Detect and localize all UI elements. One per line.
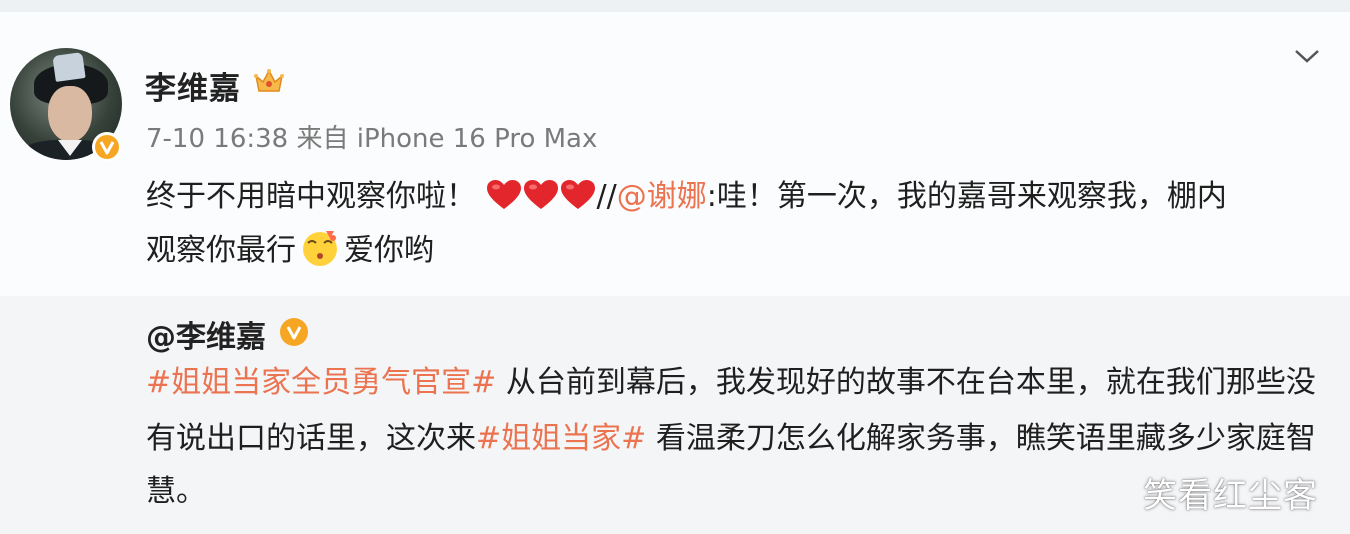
post-meta: 7-10 16:38 来自 iPhone 16 Pro Max [146, 118, 597, 155]
repost-text: :哇！第一次，我的嘉哥来观察我，棚内 [706, 179, 1227, 214]
post-text-tail: 爱你哟 [344, 233, 434, 268]
verified-badge-icon [280, 318, 308, 346]
weibo-post-card: 李维嘉 7-10 16:38 来自 iPhone 16 Pro Max 终于不用… [0, 0, 1350, 534]
mention-link[interactable]: @谢娜 [617, 179, 707, 214]
quoted-text: 看温柔刀怎么化解家务事，瞧笑语里藏多少家庭智 [646, 421, 1316, 456]
watermark: 笑看红尘客 [1143, 476, 1318, 516]
quoted-text-line-2: 有说出口的话里，这次来#姐姐当家# 看温柔刀怎么化解家务事，瞧笑语里藏多少家庭智 [146, 410, 1336, 468]
post-source: 来自 iPhone 16 Pro Max [296, 124, 598, 154]
crown-badge-icon [253, 67, 285, 99]
verified-badge-icon [92, 132, 122, 162]
post-text-line-2: 观察你最行 爱你哟 [146, 222, 1336, 288]
top-divider [0, 0, 1350, 12]
post-text-cont: 观察你最行 [146, 233, 296, 268]
topic-link[interactable]: #姐姐当家全员勇气官宣# [146, 365, 496, 400]
chevron-down-icon[interactable] [1294, 46, 1320, 70]
quoted-text: 慧。 [146, 474, 206, 509]
kiss-face-icon [300, 228, 340, 288]
post-text: 终于不用暗中观察你啦！ [146, 179, 476, 214]
quoted-text-line-1: #姐姐当家全员勇气官宣# 从台前到幕后，我发现好的故事不在台本里，就在我们那些没 [146, 354, 1336, 412]
post-time: 7-10 16:38 [146, 124, 289, 154]
repost-separator: // [596, 179, 617, 214]
topic-link[interactable]: #姐姐当家# [476, 421, 646, 456]
quoted-text: 从台前到幕后，我发现好的故事不在台本里，就在我们那些没 [496, 365, 1316, 400]
quoted-author[interactable]: @李维嘉 [146, 312, 266, 356]
author-name[interactable]: 李维嘉 [145, 63, 241, 108]
quoted-text: 有说出口的话里，这次来 [146, 421, 476, 456]
